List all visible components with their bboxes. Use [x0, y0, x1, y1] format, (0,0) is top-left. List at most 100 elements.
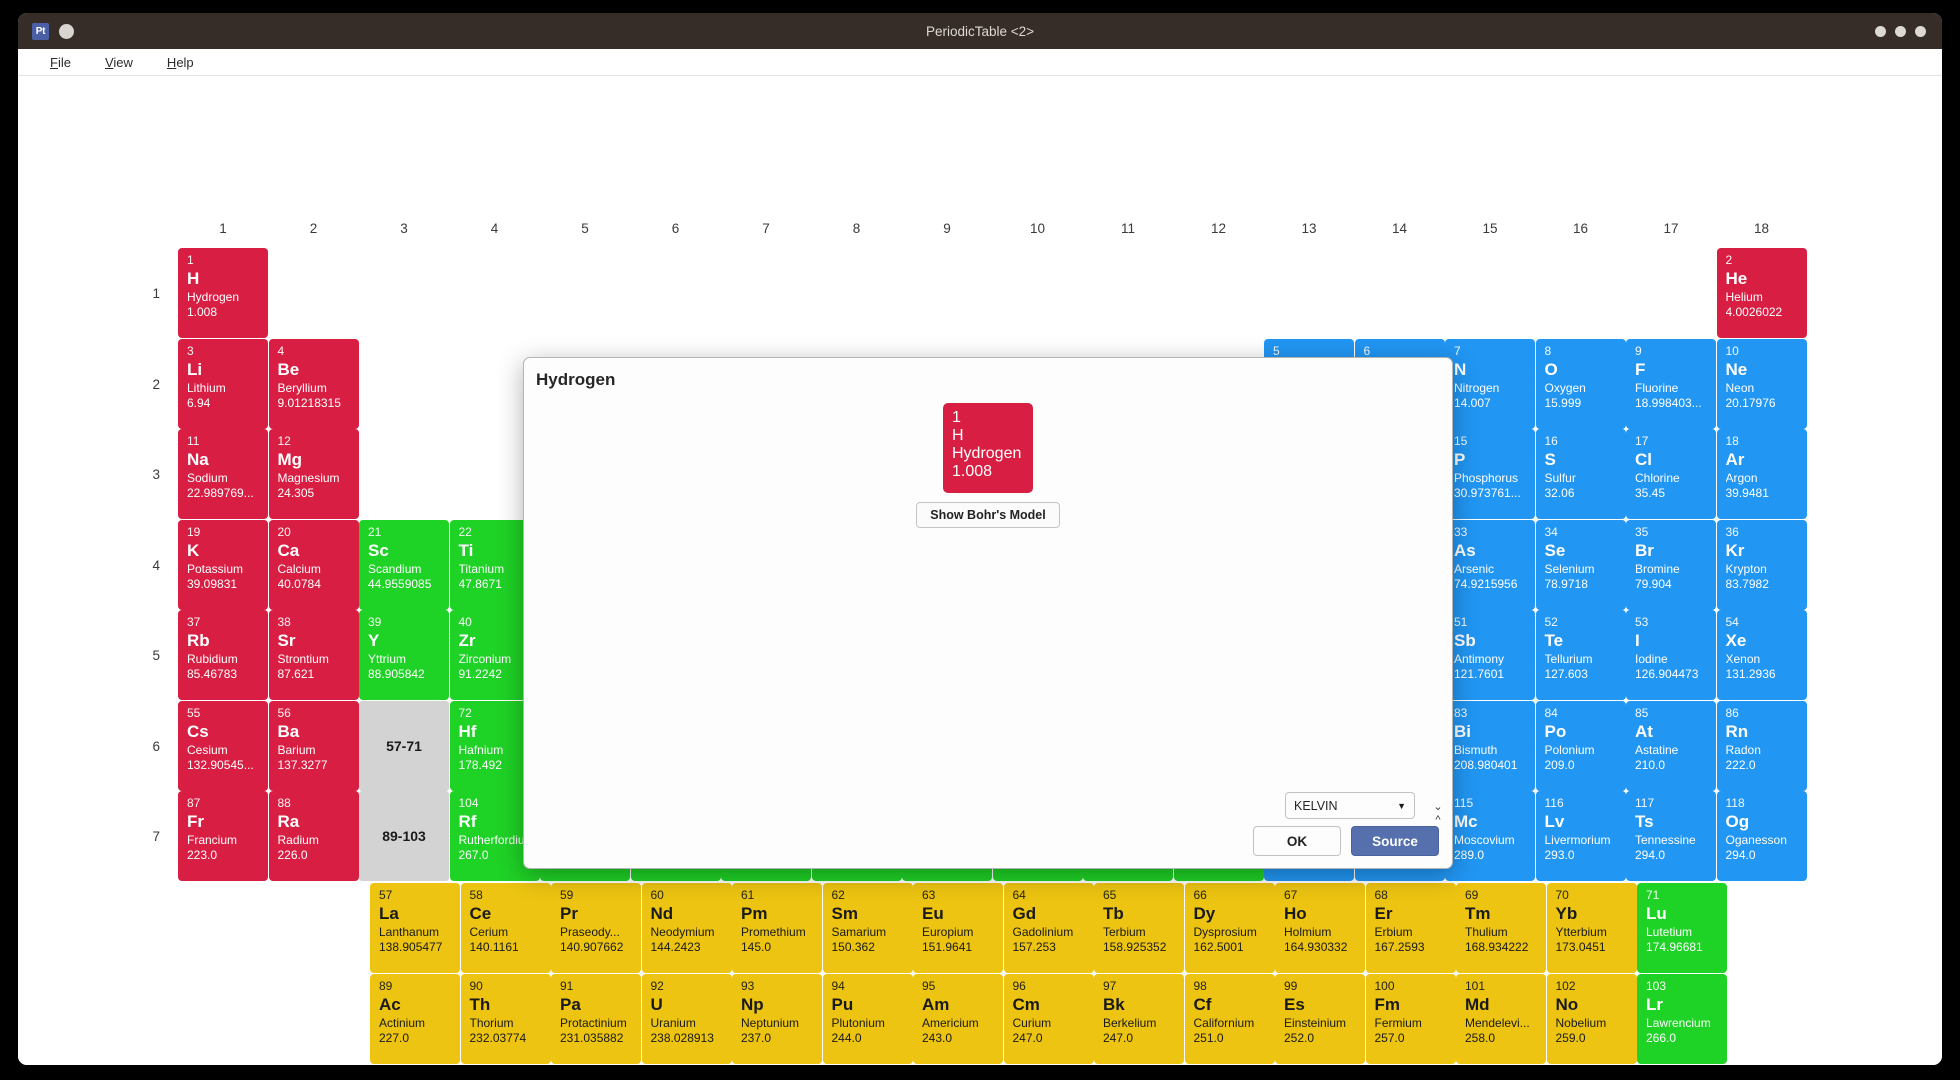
element-cell-Ac[interactable]: 89 Ac Actinium 227.0 — [370, 973, 460, 1064]
element-cell-K[interactable]: 19 K Potassium 39.09831 — [178, 519, 268, 610]
dialog-element-card[interactable]: 1 H Hydrogen 1.008 — [943, 403, 1033, 493]
element-cell-Ho[interactable]: 67 Ho Holmium 164.930332 — [1275, 883, 1365, 973]
element-cell-S[interactable]: 16 S Sulfur 32.06 — [1535, 429, 1626, 519]
element-name: Plutonium — [831, 1015, 885, 1030]
element-cell-Cl[interactable]: 17 Cl Chlorine 35.45 — [1626, 429, 1716, 519]
element-cell-I[interactable]: 53 I Iodine 126.904473 — [1626, 610, 1716, 700]
element-cell-Og[interactable]: 118 Og Oganesson 294.0 — [1716, 791, 1807, 881]
element-cell-Te[interactable]: 52 Te Tellurium 127.603 — [1535, 610, 1626, 700]
element-cell-Sb[interactable]: 51 Sb Antimony 121.7601 — [1445, 610, 1535, 700]
element-cell-Rb[interactable]: 37 Rb Rubidium 85.46783 — [178, 610, 268, 700]
element-cell-Pr[interactable]: 59 Pr Praseody... 140.907662 — [551, 883, 641, 973]
element-cell-H[interactable]: 1 H Hydrogen 1.008 — [178, 248, 268, 338]
element-cell-La[interactable]: 57 La Lanthanum 138.905477 — [370, 883, 460, 973]
element-mass: 259.0 — [1555, 1030, 1586, 1045]
element-symbol: Lv — [1544, 812, 1565, 831]
element-cell-Na[interactable]: 11 Na Sodium 22.989769... — [178, 429, 268, 519]
element-cell-Xe[interactable]: 54 Xe Xenon 131.2936 — [1716, 610, 1807, 700]
element-cell-Md[interactable]: 101 Md Mendelevi... 258.0 — [1456, 973, 1546, 1064]
element-mass: 4.0026022 — [1725, 305, 1783, 319]
element-number: 2 — [1725, 253, 1733, 267]
element-cell-Se[interactable]: 34 Se Selenium 78.9718 — [1535, 519, 1626, 610]
menu-help[interactable]: Help — [165, 53, 196, 72]
element-cell-Cm[interactable]: 96 Cm Curium 247.0 — [1003, 973, 1094, 1064]
element-cell-Th[interactable]: 90 Th Thorium 232.03774 — [460, 973, 551, 1064]
element-cell-Ca[interactable]: 20 Ca Calcium 40.0784 — [268, 519, 359, 610]
scroll-up-icon[interactable]: ^ — [1430, 813, 1446, 827]
element-number: 12 — [277, 434, 291, 448]
element-cell-Sr[interactable]: 38 Sr Strontium 87.621 — [268, 610, 359, 700]
element-cell-Kr[interactable]: 36 Kr Krypton 83.7982 — [1716, 519, 1807, 610]
element-cell-Ar[interactable]: 18 Ar Argon 39.9481 — [1716, 429, 1807, 519]
group-header-17: 17 — [1663, 221, 1679, 236]
element-cell-Np[interactable]: 93 Np Neptunium 237.0 — [732, 973, 822, 1064]
window-titlebar[interactable]: Pt PeriodicTable <2> — [18, 13, 1942, 49]
element-cell-Pm[interactable]: 61 Pm Promethium 145.0 — [732, 883, 822, 973]
minimize-button[interactable] — [1875, 25, 1886, 37]
element-cell-Pa[interactable]: 91 Pa Protactinium 231.035882 — [551, 973, 641, 1064]
element-number: 55 — [187, 705, 201, 720]
element-cell-Cs[interactable]: 55 Cs Cesium 132.90545... — [178, 700, 268, 791]
element-cell-Ts[interactable]: 117 Ts Tennessine 294.0 — [1626, 791, 1716, 881]
element-cell-Lu[interactable]: 71 Lu Lutetium 174.96681 — [1637, 883, 1727, 973]
element-cell-At[interactable]: 85 At Astatine 210.0 — [1626, 700, 1716, 791]
menu-file[interactable]: File — [48, 53, 73, 72]
element-cell-Po[interactable]: 84 Po Polonium 209.0 — [1535, 700, 1626, 791]
ok-button[interactable]: OK — [1253, 826, 1341, 856]
element-cell-Ba[interactable]: 56 Ba Barium 137.3277 — [268, 700, 359, 791]
temperature-unit-select[interactable]: KELVIN ▼ — [1285, 792, 1415, 819]
close-button[interactable] — [1915, 25, 1926, 37]
element-cell-Bi[interactable]: 83 Bi Bismuth 208.980401 — [1445, 700, 1535, 791]
element-cell-Bk[interactable]: 97 Bk Berkelium 247.0 — [1094, 973, 1184, 1064]
window-controls[interactable] — [1875, 13, 1926, 49]
element-cell-Mc[interactable]: 115 Mc Moscovium 289.0 — [1445, 791, 1535, 881]
element-name: Einsteinium — [1284, 1015, 1347, 1030]
element-cell-Pu[interactable]: 94 Pu Plutonium 244.0 — [822, 973, 913, 1064]
element-cell-Cf[interactable]: 98 Cf Californium 251.0 — [1184, 973, 1275, 1064]
element-cell-Nd[interactable]: 60 Nd Neodymium 144.2423 — [641, 883, 732, 973]
element-cell-Gd[interactable]: 64 Gd Gadolinium 157.253 — [1003, 883, 1094, 973]
element-name: Argon — [1725, 471, 1758, 485]
source-button[interactable]: Source — [1351, 826, 1439, 856]
element-cell-As[interactable]: 33 As Arsenic 74.9215956 — [1445, 519, 1535, 610]
element-cell-P[interactable]: 15 P Phosphorus 30.973761... — [1445, 429, 1535, 519]
element-cell-Ra[interactable]: 88 Ra Radium 226.0 — [268, 791, 359, 881]
element-cell-He[interactable]: 2 He Helium 4.0026022 — [1716, 248, 1807, 338]
element-cell-Br[interactable]: 35 Br Bromine 79.904 — [1626, 519, 1716, 610]
element-symbol: Ts — [1635, 812, 1654, 831]
element-cell-Lr[interactable]: 103 Lr Lawrencium 266.0 — [1637, 973, 1727, 1064]
element-symbol: Te — [1544, 631, 1564, 650]
element-cell-Er[interactable]: 68 Er Erbium 167.2593 — [1365, 883, 1456, 973]
group-header-15: 15 — [1482, 221, 1498, 236]
series-placeholder-57-71[interactable]: 57-71 — [359, 700, 449, 791]
show-bohr-model-button[interactable]: Show Bohr's Model — [916, 502, 1060, 528]
element-cell-N[interactable]: 7 N Nitrogen 14.007 — [1445, 338, 1535, 429]
scroll-down-icon[interactable]: ⌄ — [1430, 799, 1446, 813]
element-cell-Yb[interactable]: 70 Yb Ytterbium 173.0451 — [1546, 883, 1637, 973]
element-cell-O[interactable]: 8 O Oxygen 15.999 — [1535, 338, 1626, 429]
element-cell-Am[interactable]: 95 Am Americium 243.0 — [913, 973, 1003, 1064]
element-cell-U[interactable]: 92 U Uranium 238.028913 — [641, 973, 732, 1064]
element-cell-Fm[interactable]: 100 Fm Fermium 257.0 — [1365, 973, 1456, 1064]
element-cell-Rn[interactable]: 86 Rn Radon 222.0 — [1716, 700, 1807, 791]
element-cell-Tb[interactable]: 65 Tb Terbium 158.925352 — [1094, 883, 1184, 973]
element-cell-Dy[interactable]: 66 Dy Dysprosium 162.5001 — [1184, 883, 1275, 973]
element-cell-Es[interactable]: 99 Es Einsteinium 252.0 — [1275, 973, 1365, 1064]
element-cell-Ce[interactable]: 58 Ce Cerium 140.1161 — [460, 883, 551, 973]
element-cell-Tm[interactable]: 69 Tm Thulium 168.934222 — [1456, 883, 1546, 973]
element-cell-Sm[interactable]: 62 Sm Samarium 150.362 — [822, 883, 913, 973]
element-cell-F[interactable]: 9 F Fluorine 18.998403... — [1626, 338, 1716, 429]
element-cell-Y[interactable]: 39 Y Yttrium 88.905842 — [359, 610, 449, 700]
series-placeholder-89-103[interactable]: 89-103 — [359, 791, 449, 881]
element-cell-Be[interactable]: 4 Be Beryllium 9.01218315 — [268, 338, 359, 429]
maximize-button[interactable] — [1895, 25, 1906, 37]
element-cell-Ne[interactable]: 10 Ne Neon 20.17976 — [1716, 338, 1807, 429]
element-cell-Fr[interactable]: 87 Fr Francium 223.0 — [178, 791, 268, 881]
element-cell-Sc[interactable]: 21 Sc Scandium 44.9559085 — [359, 519, 449, 610]
element-cell-Eu[interactable]: 63 Eu Europium 151.9641 — [913, 883, 1003, 973]
element-cell-Mg[interactable]: 12 Mg Magnesium 24.305 — [268, 429, 359, 519]
menu-view[interactable]: View — [103, 53, 135, 72]
element-cell-No[interactable]: 102 No Nobelium 259.0 — [1546, 973, 1637, 1064]
element-cell-Lv[interactable]: 116 Lv Livermorium 293.0 — [1535, 791, 1626, 881]
element-cell-Li[interactable]: 3 Li Lithium 6.94 — [178, 338, 268, 429]
